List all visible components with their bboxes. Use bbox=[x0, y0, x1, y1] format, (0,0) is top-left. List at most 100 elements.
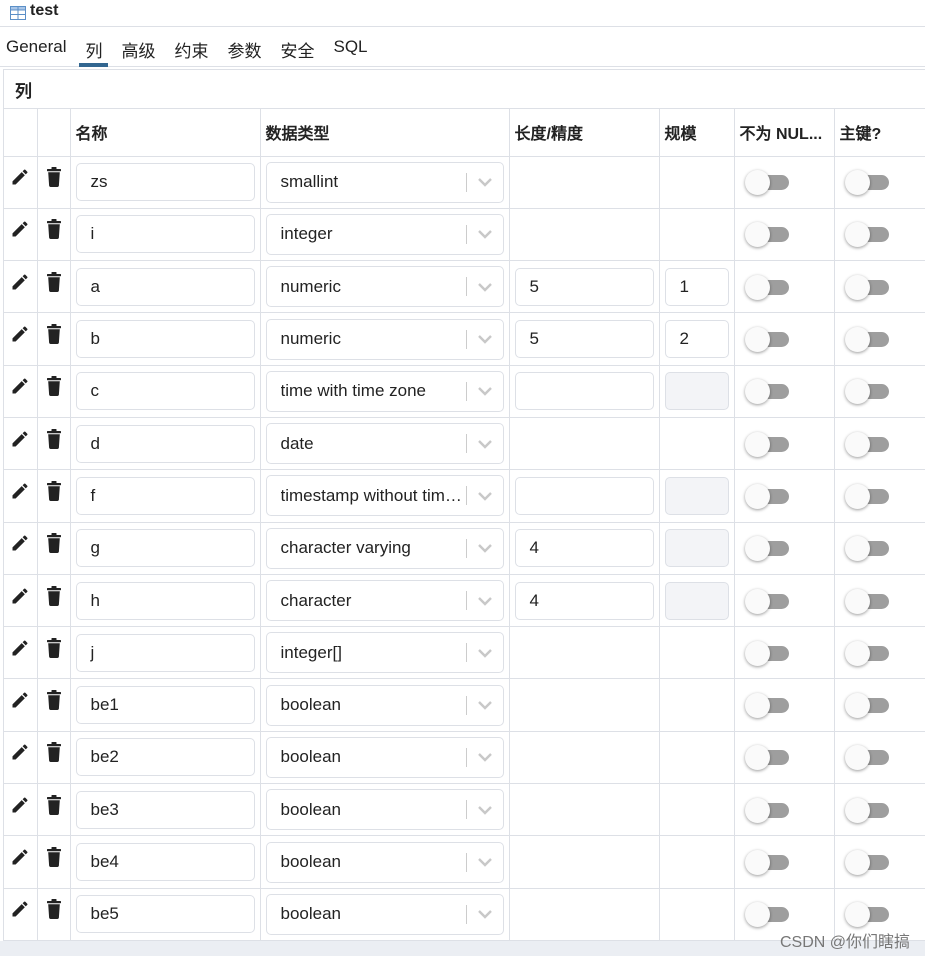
not-null-toggle[interactable] bbox=[744, 221, 791, 248]
not-null-toggle[interactable] bbox=[744, 535, 791, 562]
name-input[interactable]: h bbox=[75, 581, 255, 620]
name-input[interactable]: b bbox=[75, 320, 255, 359]
not-null-toggle[interactable] bbox=[744, 797, 791, 823]
data-type-select[interactable]: character varying bbox=[265, 527, 504, 569]
primary-key-toggle[interactable] bbox=[844, 221, 891, 248]
delete-cell[interactable] bbox=[37, 888, 71, 941]
trash-icon[interactable] bbox=[46, 219, 61, 240]
length-input[interactable] bbox=[514, 372, 654, 411]
primary-key-toggle[interactable] bbox=[844, 901, 891, 928]
edit-cell[interactable] bbox=[4, 626, 38, 680]
data-type-select[interactable]: date bbox=[265, 423, 504, 465]
data-type-select[interactable]: smallint bbox=[265, 161, 504, 203]
name-input[interactable]: be2 bbox=[75, 738, 255, 777]
edit-icon[interactable] bbox=[10, 481, 30, 501]
trash-icon[interactable] bbox=[46, 428, 61, 449]
delete-cell[interactable] bbox=[37, 731, 71, 785]
edit-cell[interactable] bbox=[4, 731, 38, 785]
trash-icon[interactable] bbox=[46, 899, 61, 920]
trash-icon[interactable] bbox=[46, 533, 61, 554]
tab-4[interactable]: 参数 bbox=[221, 27, 267, 67]
primary-key-toggle[interactable] bbox=[844, 744, 891, 771]
name-input[interactable]: be1 bbox=[75, 686, 255, 725]
trash-icon[interactable] bbox=[46, 167, 61, 188]
edit-icon[interactable] bbox=[10, 533, 30, 553]
edit-icon[interactable] bbox=[10, 690, 30, 710]
edit-icon[interactable] bbox=[10, 219, 30, 239]
name-input[interactable]: d bbox=[75, 424, 255, 463]
delete-cell[interactable] bbox=[37, 469, 71, 523]
primary-key-toggle[interactable] bbox=[844, 535, 891, 562]
length-input[interactable] bbox=[514, 476, 654, 515]
data-type-select[interactable]: integer bbox=[265, 213, 504, 255]
primary-key-toggle[interactable] bbox=[844, 326, 891, 353]
trash-icon[interactable] bbox=[46, 376, 61, 397]
tab-1[interactable]: 列 bbox=[79, 27, 109, 67]
name-input[interactable]: f bbox=[75, 476, 255, 515]
edit-icon[interactable] bbox=[10, 429, 30, 449]
delete-cell[interactable] bbox=[37, 783, 71, 837]
edit-cell[interactable] bbox=[4, 469, 38, 523]
data-type-select[interactable]: time with time zone bbox=[265, 370, 504, 412]
edit-cell[interactable] bbox=[4, 783, 38, 837]
tab-6[interactable]: SQL bbox=[327, 27, 373, 67]
tab-0[interactable]: General bbox=[0, 27, 72, 67]
delete-cell[interactable] bbox=[37, 312, 71, 366]
trash-icon[interactable] bbox=[46, 585, 61, 606]
delete-cell[interactable] bbox=[37, 574, 71, 628]
scale-input[interactable]: 1 bbox=[664, 267, 729, 306]
scale-input[interactable]: 2 bbox=[664, 320, 729, 359]
tab-2[interactable]: 高级 bbox=[115, 27, 161, 67]
name-input[interactable]: g bbox=[75, 529, 255, 568]
not-null-toggle[interactable] bbox=[744, 431, 791, 457]
edit-cell[interactable] bbox=[4, 208, 38, 262]
length-input[interactable]: 4 bbox=[514, 529, 654, 568]
edit-icon[interactable] bbox=[10, 899, 30, 919]
delete-cell[interactable] bbox=[37, 208, 71, 262]
not-null-toggle[interactable] bbox=[744, 901, 791, 928]
name-input[interactable]: be3 bbox=[75, 790, 255, 829]
delete-cell[interactable] bbox=[37, 678, 71, 732]
name-input[interactable]: j bbox=[75, 633, 255, 672]
data-type-select[interactable]: boolean bbox=[265, 684, 504, 726]
edit-cell[interactable] bbox=[4, 522, 38, 575]
length-input[interactable]: 4 bbox=[514, 581, 654, 620]
delete-cell[interactable] bbox=[37, 156, 71, 209]
not-null-toggle[interactable] bbox=[744, 326, 791, 353]
data-type-select[interactable]: integer[] bbox=[265, 632, 504, 674]
not-null-toggle[interactable] bbox=[744, 169, 791, 196]
not-null-toggle[interactable] bbox=[744, 483, 791, 509]
edit-icon[interactable] bbox=[10, 167, 30, 187]
edit-icon[interactable] bbox=[10, 586, 30, 606]
delete-cell[interactable] bbox=[37, 365, 71, 418]
edit-cell[interactable] bbox=[4, 417, 38, 471]
name-input[interactable]: i bbox=[75, 215, 255, 254]
delete-cell[interactable] bbox=[37, 835, 71, 889]
data-type-select[interactable]: numeric bbox=[265, 266, 504, 308]
edit-icon[interactable] bbox=[10, 638, 30, 658]
primary-key-toggle[interactable] bbox=[844, 692, 891, 719]
primary-key-toggle[interactable] bbox=[844, 274, 891, 300]
delete-cell[interactable] bbox=[37, 417, 71, 471]
data-type-select[interactable]: character bbox=[265, 580, 504, 622]
edit-cell[interactable] bbox=[4, 678, 38, 732]
edit-cell[interactable] bbox=[4, 156, 38, 209]
primary-key-toggle[interactable] bbox=[844, 797, 891, 823]
trash-icon[interactable] bbox=[46, 794, 61, 815]
name-input[interactable]: be5 bbox=[75, 895, 255, 934]
tab-3[interactable]: 约束 bbox=[168, 27, 214, 67]
edit-icon[interactable] bbox=[10, 847, 30, 867]
trash-icon[interactable] bbox=[46, 324, 61, 345]
primary-key-toggle[interactable] bbox=[844, 849, 891, 875]
primary-key-toggle[interactable] bbox=[844, 431, 891, 457]
edit-icon[interactable] bbox=[10, 272, 30, 292]
tab-5[interactable]: 安全 bbox=[274, 27, 320, 67]
trash-icon[interactable] bbox=[46, 480, 61, 501]
name-input[interactable]: c bbox=[75, 372, 255, 411]
edit-cell[interactable] bbox=[4, 888, 38, 941]
primary-key-toggle[interactable] bbox=[844, 169, 891, 196]
data-type-select[interactable]: numeric bbox=[265, 318, 504, 360]
delete-cell[interactable] bbox=[37, 260, 71, 314]
delete-cell[interactable] bbox=[37, 522, 71, 575]
name-input[interactable]: a bbox=[75, 267, 255, 306]
